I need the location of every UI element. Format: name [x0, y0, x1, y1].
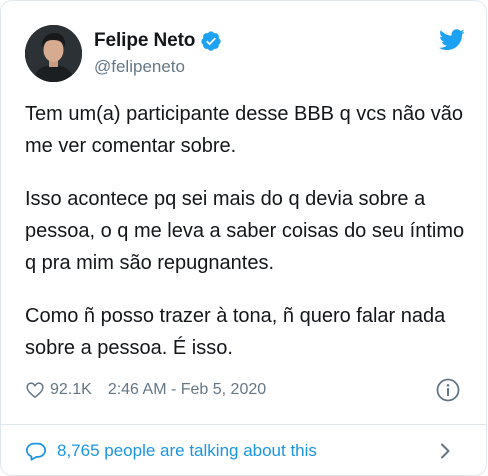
tweet-timestamp[interactable]: 2:46 AM - Feb 5, 2020	[108, 381, 266, 399]
twitter-bird-icon[interactable]	[439, 29, 465, 51]
avatar[interactable]	[25, 25, 82, 82]
like-count: 92.1K	[50, 381, 92, 398]
conversation-count-label: 8,765 people are talking about this	[57, 441, 317, 460]
name-row: Felipe Neto	[94, 29, 222, 53]
tweet-header: Felipe Neto @felipeneto	[25, 25, 465, 89]
conversation-link[interactable]: 8,765 people are talking about this	[25, 425, 465, 475]
chevron-right-icon	[435, 441, 455, 461]
tweet-text: Tem um(a) participante desse BBB q vcs n…	[25, 98, 465, 364]
display-name[interactable]: Felipe Neto	[94, 30, 195, 52]
tweet-paragraph-1: Tem um(a) participante desse BBB q vcs n…	[25, 103, 463, 157]
verified-badge-icon	[200, 30, 222, 52]
info-icon[interactable]	[435, 377, 461, 403]
tweet-meta: 92.1K 2:46 AM - Feb 5, 2020	[25, 375, 465, 405]
speech-bubble-icon	[25, 440, 47, 462]
like-button[interactable]: 92.1K	[25, 380, 92, 400]
user-handle[interactable]: @felipeneto	[94, 57, 222, 77]
user-names: Felipe Neto @felipeneto	[94, 29, 222, 77]
tweet-paragraph-3: Como ñ posso trazer à tona, ñ quero fala…	[25, 305, 446, 359]
tweet-card: Felipe Neto @felipeneto Tem um(a) partic…	[0, 0, 487, 476]
heart-icon	[26, 382, 44, 399]
avatar-image	[25, 25, 82, 82]
tweet-paragraph-2: Isso acontece pq sei mais do q devia sob…	[25, 188, 465, 274]
